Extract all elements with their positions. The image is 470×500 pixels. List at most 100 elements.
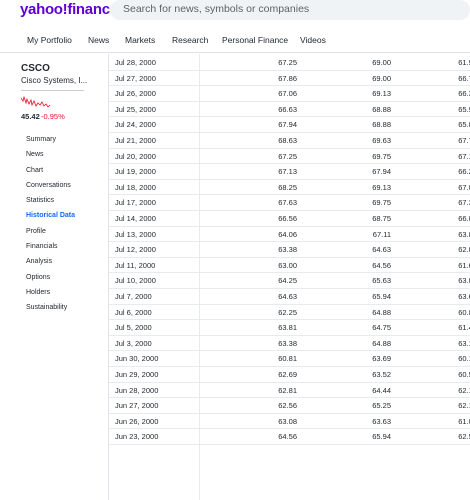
low-cell: 63.63 xyxy=(458,292,470,301)
table-row: Jun 28, 2000 62.81 64.44 62.13 xyxy=(109,383,470,399)
low-cell: 60.13 xyxy=(458,354,470,364)
low-cell: 67.06 xyxy=(458,182,470,192)
table-row: Jul 24, 2000 67.94 68.88 65.88 xyxy=(109,117,470,133)
table-row: Jul 5, 2000 63.81 64.75 61.44 xyxy=(109,320,470,336)
low-cell: 61.06 xyxy=(458,416,470,426)
high-cell: 63.69 xyxy=(372,354,391,364)
high-cell: 65.63 xyxy=(372,276,391,286)
quote-sidebar: CSCO Cisco Systems, I... 45.42 -0.95% Su… xyxy=(0,54,108,500)
high-cell: 64.44 xyxy=(372,385,391,395)
ticker-symbol: CSCO xyxy=(21,63,50,74)
date-cell: Jul 26, 2000 xyxy=(115,89,156,99)
subnav-summary[interactable]: Summary xyxy=(26,136,56,143)
table-row: Jul 18, 2000 68.25 69.13 67.06 xyxy=(109,180,470,196)
subnav-holders[interactable]: Holders xyxy=(26,289,50,296)
subnav-historical-data[interactable]: Historical Data xyxy=(26,212,75,219)
table-row: Jul 7, 2000 64.63 65.94 63.63 xyxy=(109,289,470,305)
subnav-news[interactable]: News xyxy=(26,151,44,158)
low-cell: 61.63 xyxy=(458,260,470,270)
date-cell: Jul 10, 2000 xyxy=(115,276,156,286)
low-cell: 63.13 xyxy=(458,338,470,348)
logo-text: yahoo!finance xyxy=(20,1,118,18)
high-cell: 67.11 xyxy=(372,229,391,239)
nav-research[interactable]: Research xyxy=(172,35,208,45)
search-input[interactable]: Search for news, symbols or companies xyxy=(123,3,309,15)
nav-news[interactable]: News xyxy=(88,35,109,45)
subnav-sustainability[interactable]: Sustainability xyxy=(26,304,67,311)
open-cell: 60.81 xyxy=(278,354,297,364)
high-cell: 63.63 xyxy=(372,416,391,426)
low-cell: 66.25 xyxy=(458,167,470,177)
high-cell: 64.88 xyxy=(372,307,391,317)
table-row: Jul 19, 2000 67.13 67.94 66.25 xyxy=(109,164,470,180)
date-cell: Jul 27, 2000 xyxy=(115,73,156,83)
table-row: Jul 17, 2000 67.63 69.75 67.38 xyxy=(109,195,470,211)
subnav-statistics[interactable]: Statistics xyxy=(26,197,54,204)
date-cell: Jul 14, 2000 xyxy=(115,214,156,223)
table-row: Jul 26, 2000 67.06 69.13 66.38 xyxy=(109,86,470,102)
high-cell: 64.56 xyxy=(372,260,391,270)
open-cell: 63.00 xyxy=(278,260,297,270)
low-cell: 63.00 xyxy=(458,276,470,286)
high-cell: 68.88 xyxy=(372,120,391,130)
table-row: Jul 25, 2000 66.63 68.88 65.94 xyxy=(109,102,470,118)
table-row: Jul 12, 2000 63.38 64.63 62.09 xyxy=(109,242,470,258)
open-cell: 66.56 xyxy=(278,214,297,223)
high-cell: 69.00 xyxy=(372,73,391,83)
open-cell: 67.63 xyxy=(278,198,297,208)
high-cell: 69.63 xyxy=(372,136,391,145)
date-cell: Jun 27, 2000 xyxy=(115,401,159,411)
low-cell: 66.06 xyxy=(458,214,470,223)
date-cell: Jul 5, 2000 xyxy=(115,323,152,333)
open-cell: 64.56 xyxy=(278,432,297,442)
low-cell: 67.19 xyxy=(458,151,470,161)
open-cell: 62.56 xyxy=(278,401,297,411)
table-row: Jun 29, 2000 62.69 63.52 60.50 xyxy=(109,367,470,383)
open-cell: 67.06 xyxy=(278,89,297,99)
table-row: Jul 11, 2000 63.00 64.56 61.63 xyxy=(109,258,470,274)
date-cell: Jul 7, 2000 xyxy=(115,292,152,301)
date-cell: Jul 11, 2000 xyxy=(115,260,156,270)
open-cell: 63.08 xyxy=(278,416,297,426)
date-cell: Jul 25, 2000 xyxy=(115,104,156,114)
company-name: Cisco Systems, I... xyxy=(21,76,88,85)
nav-videos[interactable]: Videos xyxy=(300,35,326,45)
low-cell: 61.94 xyxy=(458,58,470,67)
low-cell: 66.38 xyxy=(458,89,470,99)
subnav-financials[interactable]: Financials xyxy=(26,243,58,250)
subnav-options[interactable]: Options xyxy=(26,274,50,281)
date-cell: Jul 21, 2000 xyxy=(115,136,156,145)
yahoo-finance-logo[interactable]: yahoo!finance xyxy=(20,1,118,18)
subnav-chart[interactable]: Chart xyxy=(26,167,43,174)
date-cell: Jul 17, 2000 xyxy=(115,198,156,208)
nav-markets[interactable]: Markets xyxy=(125,35,155,45)
date-cell: Jul 18, 2000 xyxy=(115,182,156,192)
date-cell: Jul 19, 2000 xyxy=(115,167,156,177)
search-box[interactable]: Search for news, symbols or companies xyxy=(110,0,470,20)
low-cell: 65.94 xyxy=(458,104,470,114)
subnav-profile[interactable]: Profile xyxy=(26,228,46,235)
subnav-analysis[interactable]: Analysis xyxy=(26,258,52,265)
high-cell: 67.94 xyxy=(372,167,391,177)
table-row: Jun 26, 2000 63.08 63.63 61.06 xyxy=(109,414,470,430)
low-cell: 60.88 xyxy=(458,307,470,317)
nav-my-portfolio[interactable]: My Portfolio xyxy=(27,35,72,45)
open-cell: 62.81 xyxy=(278,385,297,395)
high-cell: 69.75 xyxy=(372,198,391,208)
table-row: Jun 30, 2000 60.81 63.69 60.13 xyxy=(109,351,470,367)
table-row: Jul 6, 2000 62.25 64.88 60.88 xyxy=(109,305,470,321)
high-cell: 69.13 xyxy=(372,89,391,99)
open-cell: 63.38 xyxy=(278,338,297,348)
date-cell: Jun 29, 2000 xyxy=(115,370,159,379)
open-cell: 67.13 xyxy=(278,167,297,177)
date-cell: Jul 24, 2000 xyxy=(115,120,156,130)
open-cell: 63.81 xyxy=(278,323,297,333)
price-change: -0.95% xyxy=(41,112,65,121)
nav-personal-finance[interactable]: Personal Finance xyxy=(222,35,288,45)
open-cell: 63.38 xyxy=(278,245,297,255)
open-cell: 68.63 xyxy=(278,136,297,145)
date-cell: Jul 12, 2000 xyxy=(115,245,156,255)
subnav-conversations[interactable]: Conversations xyxy=(26,182,71,189)
open-cell: 67.25 xyxy=(278,58,297,67)
open-cell: 67.25 xyxy=(278,151,297,161)
